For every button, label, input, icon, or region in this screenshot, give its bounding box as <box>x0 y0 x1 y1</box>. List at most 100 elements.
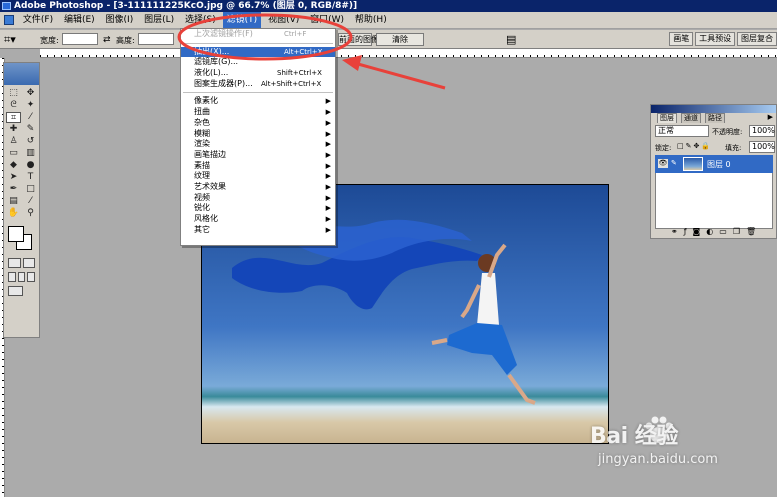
menu-item-stylize[interactable]: 风格化 ▶ <box>181 214 335 225</box>
adjustment-icon[interactable]: ◐ <box>706 227 713 236</box>
menu-item-distort[interactable]: 扭曲 ▶ <box>181 107 335 118</box>
layers-panel: 图层 通道 路径 ▶ 正常 不透明度: 100% 锁定: □✎✥🔒 填充: 10… <box>650 104 777 239</box>
tab-tool-presets[interactable]: 工具预设 <box>695 32 736 46</box>
dodge-tool-icon[interactable]: ● <box>23 160 38 171</box>
width-field[interactable] <box>62 33 98 45</box>
menu-item-sketch[interactable]: 素描 ▶ <box>181 161 335 172</box>
submenu-arrow-icon: ▶ <box>325 172 331 181</box>
full-screen-button[interactable] <box>27 272 36 282</box>
menu-item-blur[interactable]: 模糊 ▶ <box>181 129 335 140</box>
mask-icon[interactable]: ◙ <box>693 227 701 236</box>
menu-layer[interactable]: 图层(L) <box>140 12 178 29</box>
submenu-arrow-icon: ▶ <box>325 129 331 138</box>
type-tool-icon[interactable]: T <box>23 172 38 183</box>
horizontal-ruler[interactable] <box>40 49 777 58</box>
menu-item-extract[interactable]: 抽出(X)... Alt+Ctrl+X <box>181 46 335 58</box>
menu-help[interactable]: 帮助(H) <box>351 12 391 29</box>
eye-icon[interactable]: 👁 <box>658 159 668 168</box>
hand-tool-icon[interactable]: ✋ <box>6 208 21 219</box>
menu-edit[interactable]: 编辑(E) <box>60 12 99 29</box>
pen-tool-icon[interactable]: ✒ <box>6 184 21 195</box>
brush-link-icon[interactable]: ✎ <box>671 159 677 167</box>
marquee-tool-icon[interactable]: ⬚ <box>6 88 21 99</box>
eraser-tool-icon[interactable]: ▭ <box>6 148 21 159</box>
path-selection-tool-icon[interactable]: ➤ <box>6 172 21 183</box>
menu-select[interactable]: 选择(S) <box>181 12 220 29</box>
toolbox-header[interactable] <box>4 63 39 85</box>
gradient-tool-icon[interactable]: ▥ <box>23 148 38 159</box>
blend-mode-select[interactable]: 正常 <box>655 125 709 137</box>
menu-window[interactable]: 窗口(W) <box>306 12 348 29</box>
palette-well-icon[interactable]: ▤ <box>506 33 516 46</box>
menu-item-sharpen[interactable]: 锐化 ▶ <box>181 203 335 214</box>
move-tool-icon[interactable]: ✥ <box>23 88 38 99</box>
menu-item-texture[interactable]: 纹理 ▶ <box>181 171 335 182</box>
layers-panel-title-bar[interactable] <box>651 105 776 113</box>
menu-image[interactable]: 图像(I) <box>102 12 138 29</box>
blend-row: 正常 不透明度: 100% <box>651 123 776 139</box>
blur-tool-icon[interactable]: ◆ <box>6 160 21 171</box>
menu-view[interactable]: 视图(V) <box>264 12 303 29</box>
menu-item-liquify[interactable]: 液化(L)... Shift+Ctrl+X <box>181 68 335 79</box>
menu-item-filter-gallery[interactable]: 滤镜库(G)... <box>181 57 335 68</box>
height-field[interactable] <box>138 33 174 45</box>
tab-paths[interactable]: 路径 <box>705 113 725 123</box>
annotation-arrow <box>357 62 446 90</box>
menu-item-pattern-maker[interactable]: 图案生成器(P)... Alt+Shift+Ctrl+X <box>181 79 335 90</box>
watermark-logo-text: Bai 经验 <box>590 424 678 449</box>
tab-layers[interactable]: 图层 <box>657 113 677 123</box>
menu-item-other[interactable]: 其它 ▶ <box>181 225 335 236</box>
menu-item-render[interactable]: 渲染 ▶ <box>181 139 335 150</box>
clear-button[interactable]: 清除 <box>376 33 424 46</box>
imageready-jump-button[interactable] <box>8 286 23 296</box>
submenu-arrow-icon: ▶ <box>325 182 331 191</box>
folder-icon[interactable]: ▭ <box>719 227 727 236</box>
layer-style-icon[interactable]: ƒ <box>684 227 687 236</box>
lock-icons[interactable]: □✎✥🔒 <box>677 142 712 150</box>
panel-menu-icon[interactable]: ▶ <box>768 113 773 121</box>
standard-mode-button[interactable] <box>8 258 21 268</box>
tab-channels[interactable]: 通道 <box>681 113 701 123</box>
stamp-tool-icon[interactable]: ♙ <box>6 136 21 147</box>
menu-file[interactable]: 文件(F) <box>19 12 57 29</box>
zoom-tool-icon[interactable]: ⚲ <box>23 208 38 219</box>
lasso-tool-icon[interactable]: ᘓ <box>6 100 21 111</box>
healing-brush-tool-icon[interactable]: ✚ <box>6 124 21 135</box>
menu-item-pixelate[interactable]: 像素化 ▶ <box>181 96 335 107</box>
menu-item-video[interactable]: 视频 ▶ <box>181 193 335 204</box>
menu-filter[interactable]: 滤镜(T) <box>222 12 262 29</box>
document-icon[interactable] <box>4 15 14 25</box>
menu-item-brush-strokes[interactable]: 画笔描边 ▶ <box>181 150 335 161</box>
opacity-field[interactable]: 100% <box>749 125 775 137</box>
layers-panel-tabs: 图层 通道 路径 ▶ <box>651 113 776 123</box>
eyedropper-tool-icon[interactable]: ⁄ <box>23 196 38 207</box>
notes-tool-icon[interactable]: ▤ <box>6 196 21 207</box>
magic-wand-tool-icon[interactable]: ✦ <box>23 100 38 111</box>
swap-icon[interactable]: ⇄ <box>103 35 111 45</box>
menu-item-noise[interactable]: 杂色 ▶ <box>181 118 335 129</box>
trash-icon[interactable]: 🗑 <box>746 227 756 236</box>
toolbox: ⬚ ✥ ᘓ ✦ ⌗ ⁄ ✚ ✎ ♙ ↺ ▭ ▥ ◆ ● ➤ T ✒ □ ▤ ⁄ … <box>3 62 40 338</box>
foreground-color[interactable] <box>8 226 24 242</box>
tab-brushes[interactable]: 画笔 <box>669 32 694 46</box>
slice-tool-icon[interactable]: ⁄ <box>23 112 38 123</box>
link-icon[interactable]: ⚭ <box>671 227 678 236</box>
crop-tool-icon[interactable]: ⌗ <box>6 112 21 123</box>
front-image-button[interactable]: 前面的图像 <box>338 33 379 46</box>
full-screen-menu-button[interactable] <box>17 272 26 282</box>
standard-screen-button[interactable] <box>8 272 16 282</box>
menu-item-last-filter[interactable]: 上次滤镜操作(F) Ctrl+F <box>181 29 335 40</box>
submenu-arrow-icon: ▶ <box>325 215 331 223</box>
layer-row[interactable]: 👁 ✎ 图层 0 <box>655 155 773 173</box>
crop-tool-icon[interactable]: ⌗▾ <box>4 33 16 47</box>
menu-bar: 文件(F) 编辑(E) 图像(I) 图层(L) 选择(S) 滤镜(T) 视图(V… <box>0 12 777 29</box>
fill-field[interactable]: 100% <box>749 141 775 153</box>
history-brush-tool-icon[interactable]: ↺ <box>23 136 38 147</box>
menu-separator <box>183 42 333 44</box>
shape-tool-icon[interactable]: □ <box>23 184 38 195</box>
quick-mask-button[interactable] <box>22 258 35 268</box>
tab-layer-comps[interactable]: 图层复合 <box>737 32 777 46</box>
menu-item-artistic[interactable]: 艺术效果 ▶ <box>181 182 335 193</box>
new-layer-icon[interactable]: ❐ <box>733 227 740 236</box>
brush-tool-icon[interactable]: ✎ <box>23 124 38 135</box>
